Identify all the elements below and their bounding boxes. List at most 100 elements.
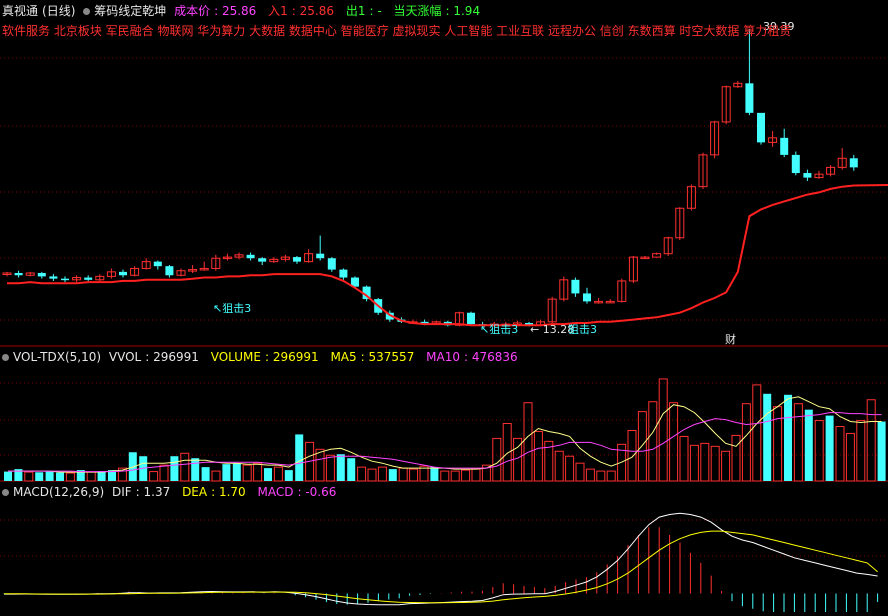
volume-bar <box>295 434 304 481</box>
volume-bar <box>398 467 408 482</box>
candle-body <box>37 272 46 277</box>
macd-indicator-name[interactable]: MACD(12,26,9) <box>13 485 104 499</box>
cost-line <box>7 184 888 327</box>
volume-bar <box>450 470 460 482</box>
volume-bar <box>533 430 543 482</box>
volume-bar <box>377 466 387 482</box>
attack-label-3: 狙击3 <box>568 323 597 336</box>
volume-bar <box>242 464 252 482</box>
indicator-name[interactable]: 筹码线定乾坤 <box>94 4 166 18</box>
volume-bar <box>284 470 293 481</box>
attack-label-1: ↖狙击3 <box>213 302 251 315</box>
volume-bar <box>763 393 772 481</box>
volume-bar <box>825 415 834 481</box>
volume-label: VOLUME <box>210 350 261 364</box>
macd-label: MACD <box>257 485 294 499</box>
volume-bar <box>65 472 75 482</box>
vvol-label: VVOL <box>108 350 142 364</box>
volume-bar <box>710 445 720 482</box>
out-label: 出1 <box>345 4 366 18</box>
period-label[interactable]: (日线) <box>42 4 75 18</box>
volume-bar <box>222 464 231 481</box>
volume-bar <box>4 471 12 481</box>
volume-bar <box>627 429 637 482</box>
volume-bar <box>648 401 658 482</box>
volume-bar <box>845 432 855 482</box>
dif-label: DIF <box>111 485 132 499</box>
cost-label: 成本价 <box>174 4 211 18</box>
volume-dot-icon <box>2 354 9 361</box>
concept-tags[interactable]: 软件服务 北京板块 军民融合 物联网 华为算力 大数据 数据中心 智能医疗 虚拟… <box>2 24 791 38</box>
candle-body <box>339 269 348 278</box>
volume-bar <box>606 470 616 482</box>
volume-bar <box>866 399 876 482</box>
volume-bar <box>430 467 439 481</box>
volume-bar <box>409 468 419 482</box>
candle-body <box>49 276 58 279</box>
vvol-value: 296991 <box>153 350 199 364</box>
volume-indicator-name[interactable]: VOL-TDX(5,10) <box>13 350 101 364</box>
macd-panel[interactable] <box>3 512 879 616</box>
candle-body <box>467 312 475 325</box>
volume-bar <box>471 468 481 482</box>
volume-bar <box>804 409 813 481</box>
macd-dot-icon <box>2 489 9 496</box>
candle-body <box>757 112 765 143</box>
volume-bar <box>523 402 533 482</box>
volume-bar <box>440 470 450 482</box>
candle-body <box>153 261 162 267</box>
volume-bar <box>637 411 647 482</box>
volume-bar <box>835 426 845 482</box>
candle-body <box>571 279 580 294</box>
volume-bar <box>211 470 221 482</box>
volume-bar <box>86 471 96 482</box>
candle-body <box>849 158 858 168</box>
candle-body <box>258 258 267 262</box>
candle-body <box>61 278 69 281</box>
out-value: - <box>377 4 382 18</box>
volume-bar <box>585 468 595 482</box>
volume-bar <box>596 470 606 482</box>
volume-bar <box>273 466 283 482</box>
ma5-value: 537557 <box>368 350 415 364</box>
volume-panel[interactable] <box>4 378 886 482</box>
macd-dif-line <box>4 512 878 606</box>
volume-bar <box>347 458 356 481</box>
dea-value: 1.70 <box>218 485 246 499</box>
volume-bar <box>721 450 731 482</box>
stock-name: 真视通 <box>2 4 39 18</box>
volume-bar <box>24 471 34 482</box>
macd-dea-line <box>4 530 878 604</box>
volume-bar <box>492 437 502 482</box>
price-panel[interactable] <box>2 28 888 327</box>
change-label: 当天涨幅 <box>393 4 442 18</box>
volume-bar <box>784 394 792 481</box>
dea-label: DEA <box>182 485 208 499</box>
volume-bar <box>731 434 741 482</box>
macd-value: -0.66 <box>305 485 337 499</box>
in-value: 25.86 <box>299 4 334 18</box>
volume-bar <box>814 420 824 482</box>
change-value: 1.94 <box>453 4 481 18</box>
volume-bar <box>325 454 335 482</box>
volume-bar <box>554 450 564 482</box>
macd-header: MACD(12,26,9) DIF: 1.37 DEA: 1.70 MACD: … <box>2 485 344 499</box>
cai-marker: 财 <box>725 332 736 346</box>
candle-body <box>14 272 23 276</box>
indicator-dot-icon <box>83 8 91 15</box>
volume-bar <box>180 452 190 482</box>
ma10-value: 476836 <box>471 350 518 364</box>
volume-bar <box>56 472 64 481</box>
volume-bar <box>669 402 679 482</box>
volume-bar <box>149 471 159 482</box>
candle-body <box>165 266 174 276</box>
volume-bar <box>336 454 345 481</box>
volume-bar <box>170 456 179 481</box>
volume-header: VOL-TDX(5,10) VVOL: 296991 VOLUME: 29699… <box>2 350 526 364</box>
candle-body <box>119 271 127 276</box>
ma10-label: MA10 <box>426 350 460 364</box>
volume-bar <box>565 455 575 482</box>
candle-body <box>293 257 301 262</box>
volume-bar <box>388 469 397 481</box>
volume-bar <box>700 442 710 482</box>
